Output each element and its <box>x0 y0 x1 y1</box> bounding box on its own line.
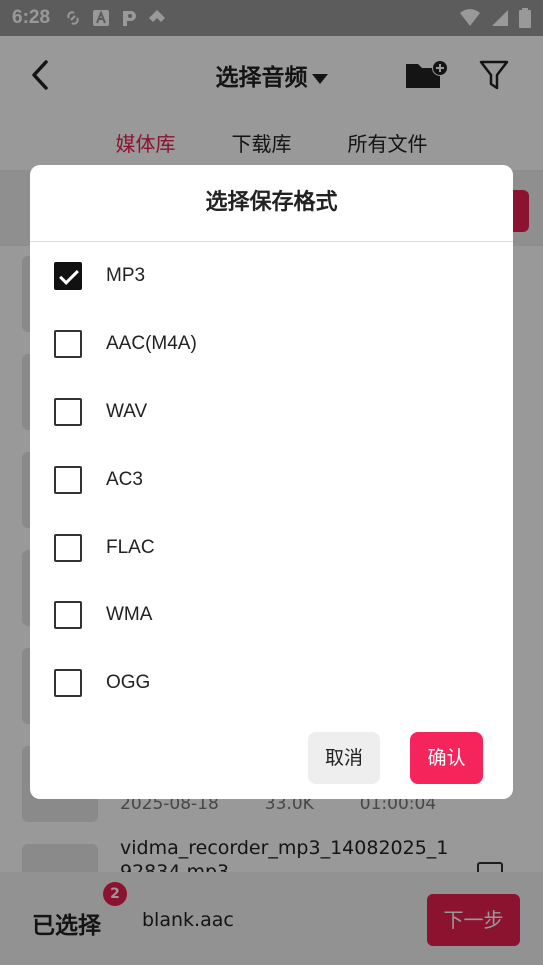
confirm-button[interactable]: 确认 <box>410 732 483 784</box>
checkbox[interactable] <box>54 330 82 358</box>
checkbox[interactable] <box>54 398 82 426</box>
checkbox[interactable] <box>54 534 82 562</box>
format-option-label: AC3 <box>106 469 143 490</box>
format-option-aac[interactable]: AAC(M4A) <box>30 310 513 378</box>
format-option-label: MP3 <box>106 265 146 286</box>
format-option-ogg[interactable]: OGG <box>30 649 513 717</box>
save-format-dialog: 选择保存格式 MP3 AAC(M4A) WAV AC3 FLAC WMA OGG… <box>30 165 513 799</box>
format-option-label: WAV <box>106 401 148 422</box>
format-option-ac3[interactable]: AC3 <box>30 446 513 514</box>
checkbox-checked[interactable] <box>54 262 82 290</box>
format-option-wav[interactable]: WAV <box>30 378 513 446</box>
format-option-label: AAC(M4A) <box>106 333 197 354</box>
format-option-label: OGG <box>106 672 151 693</box>
format-option-wma[interactable]: WMA <box>30 581 513 649</box>
format-option-label: WMA <box>106 604 153 625</box>
format-option-label: FLAC <box>106 537 155 558</box>
dialog-title: 选择保存格式 <box>205 190 338 215</box>
cancel-button[interactable]: 取消 <box>308 732 380 784</box>
screen: 6:28 选择音频 媒体库 下载库 所有文件 2025-08-18 33.0K … <box>0 0 543 965</box>
checkbox[interactable] <box>54 601 82 629</box>
checkbox[interactable] <box>54 669 82 697</box>
format-option-flac[interactable]: FLAC <box>30 514 513 582</box>
format-option-mp3[interactable]: MP3 <box>30 242 513 310</box>
checkbox[interactable] <box>54 466 82 494</box>
